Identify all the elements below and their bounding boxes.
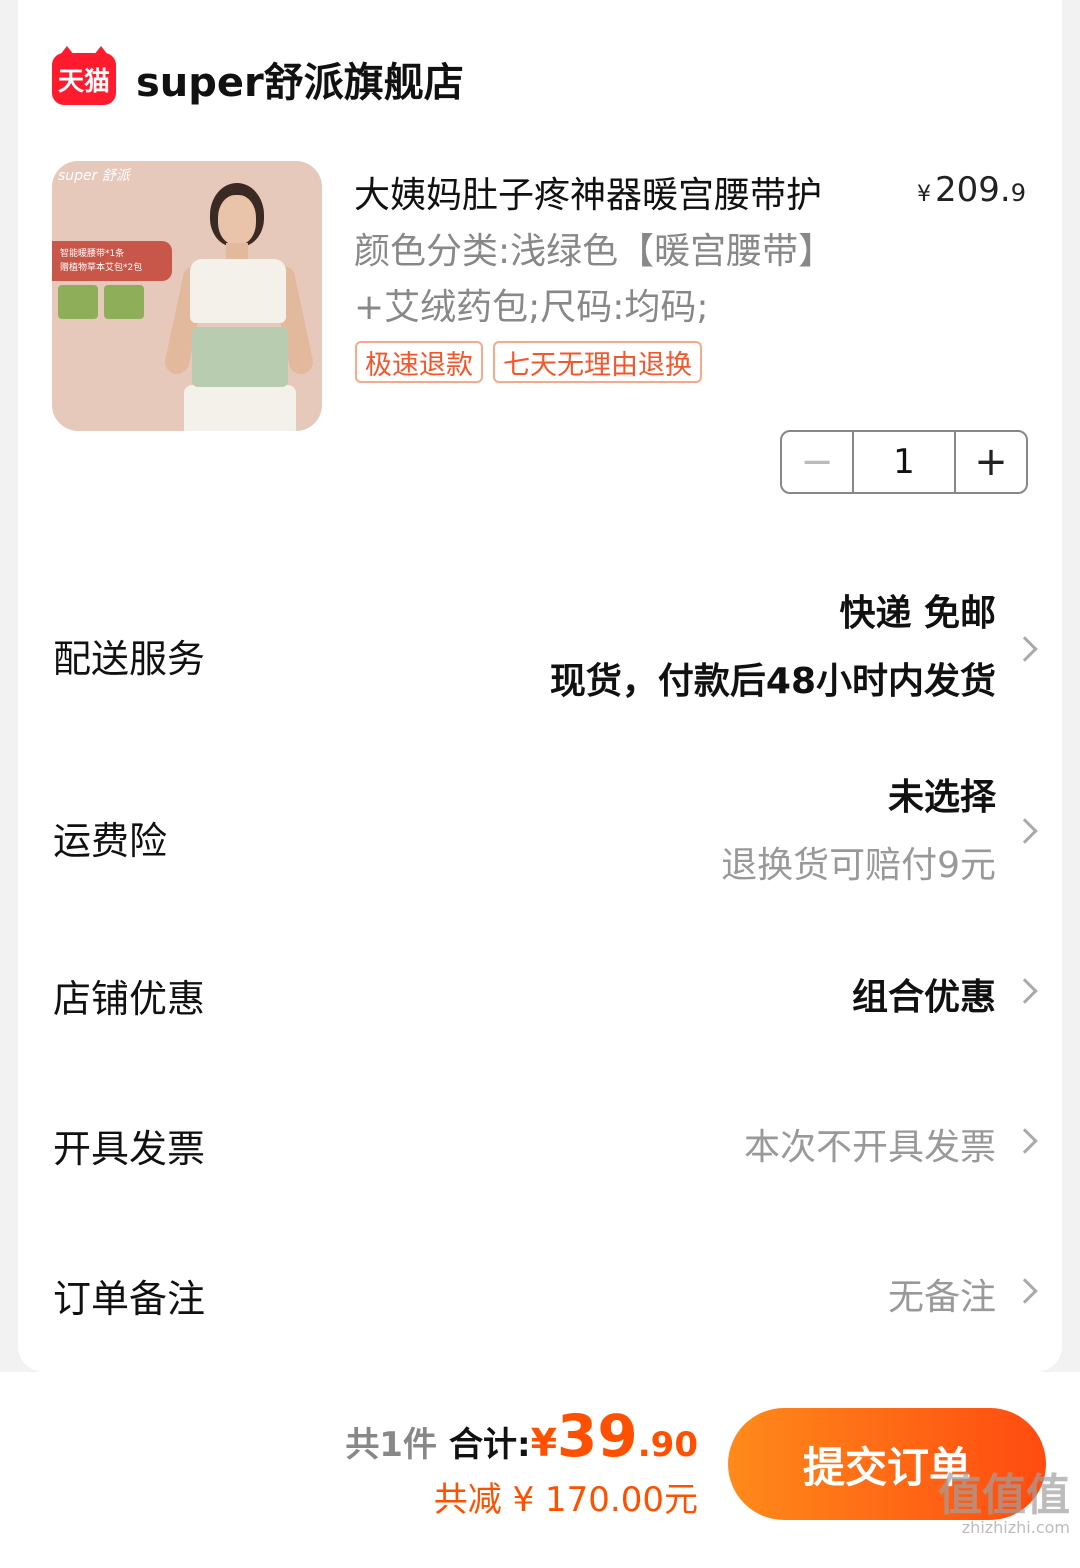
- tag-fast-refund: 极速退款: [355, 341, 483, 383]
- invoice-label: 开具发票: [53, 1127, 206, 1171]
- delivery-value: 快递 免邮 现货，付款后48小时内发货: [550, 586, 996, 712]
- price-int: 209.: [935, 170, 1011, 210]
- quantity-minus-button[interactable]: −: [782, 432, 854, 492]
- shop-header[interactable]: 天猫 super舒派旗舰店: [52, 46, 464, 108]
- order-total: 共1件 合计:¥39.90: [345, 1402, 698, 1470]
- product-title[interactable]: 大姨妈肚子疼神器暖宫腰带护: [354, 166, 894, 218]
- product-image[interactable]: super 舒派 智能暖腰带*1条 赠植物草本艾包*2包: [52, 161, 322, 431]
- watermark-text: 值值值: [938, 1470, 1070, 1521]
- waist-belt-image: [192, 327, 288, 387]
- tag-seven-day-return: 七天无理由退换: [493, 341, 702, 383]
- service-tags: 极速退款 七天无理由退换: [355, 341, 702, 383]
- delivery-time: 现货，付款后48小时内发货: [549, 661, 996, 702]
- total-label: 合计:: [448, 1425, 531, 1465]
- product-image-brand: super 舒派: [58, 168, 130, 184]
- shipping-insurance-label: 运费险: [53, 819, 168, 863]
- checkout-bar: 共1件 合计:¥39.90 共减 ¥ 170.00元 提交订单: [0, 1372, 1080, 1568]
- product-price: ¥209.9: [917, 170, 1026, 210]
- product-image-badge-line1: 智能暖腰带*1条: [60, 249, 125, 259]
- quantity-plus-button[interactable]: +: [954, 432, 1026, 492]
- chevron-right-icon: [1012, 818, 1038, 844]
- herb-pack-image: [104, 285, 144, 319]
- insurance-status: 未选择: [887, 777, 996, 818]
- store-discount-label: 店铺优惠: [53, 977, 206, 1021]
- chevron-right-icon: [1012, 1128, 1038, 1154]
- store-discount-value: 组合优惠: [851, 977, 996, 1018]
- watermark-site: zhizhizhi.com: [961, 1518, 1070, 1537]
- chevron-right-icon: [1012, 1278, 1038, 1304]
- quantity-value[interactable]: 1: [854, 432, 954, 492]
- order-card: 天猫 super舒派旗舰店 super 舒派 智能暖腰带*1条 赠植物草本艾包*…: [18, 0, 1062, 1372]
- total-discount: 共减 ¥ 170.00元: [433, 1480, 698, 1520]
- item-count: 共1件: [345, 1425, 437, 1465]
- delivery-row[interactable]: 配送服务 快递 免邮 现货，付款后48小时内发货: [18, 580, 1062, 720]
- quantity-stepper: − 1 +: [780, 430, 1028, 494]
- herb-pack-image: [58, 285, 98, 319]
- price-dec: 9: [1010, 179, 1026, 207]
- invoice-value: 本次不开具发票: [743, 1127, 996, 1168]
- delivery-label: 配送服务: [53, 637, 206, 681]
- model-figure: [218, 195, 256, 245]
- model-figure: [190, 259, 286, 323]
- store-discount-row[interactable]: 店铺优惠 组合优惠: [18, 962, 1062, 1022]
- site-watermark: 值值值 zhizhizhi.com: [938, 1474, 1070, 1538]
- shop-name[interactable]: super舒派旗舰店: [136, 50, 464, 108]
- shipping-insurance-row[interactable]: 运费险 未选择 退换货可赔付9元: [18, 766, 1062, 896]
- chevron-right-icon: [1012, 978, 1038, 1004]
- total-currency: ¥: [530, 1421, 558, 1465]
- shipping-insurance-value: 未选择 退换货可赔付9元: [721, 770, 996, 896]
- order-remark-row[interactable]: 订单备注 无备注: [18, 1262, 1062, 1322]
- delivery-method: 快递 免邮: [839, 593, 996, 634]
- product-image-badge-line2: 赠植物草本艾包*2包: [60, 263, 143, 273]
- chevron-right-icon: [1012, 636, 1038, 662]
- order-remark-label: 订单备注: [53, 1277, 206, 1321]
- insurance-desc: 退换货可赔付9元: [721, 845, 996, 886]
- product-spec[interactable]: 颜色分类:浅绿色【暖宫腰带】+艾绒药包;尺码:均码;: [354, 224, 824, 336]
- product-image-badge: 智能暖腰带*1条 赠植物草本艾包*2包: [52, 241, 172, 281]
- tmall-logo: 天猫: [52, 46, 116, 105]
- invoice-row[interactable]: 开具发票 本次不开具发票: [18, 1112, 1062, 1172]
- total-dec: .90: [637, 1425, 698, 1465]
- model-figure: [184, 385, 296, 431]
- order-remark-value: 无备注: [887, 1277, 996, 1318]
- total-int: 39: [557, 1402, 638, 1470]
- price-currency: ¥: [917, 182, 932, 207]
